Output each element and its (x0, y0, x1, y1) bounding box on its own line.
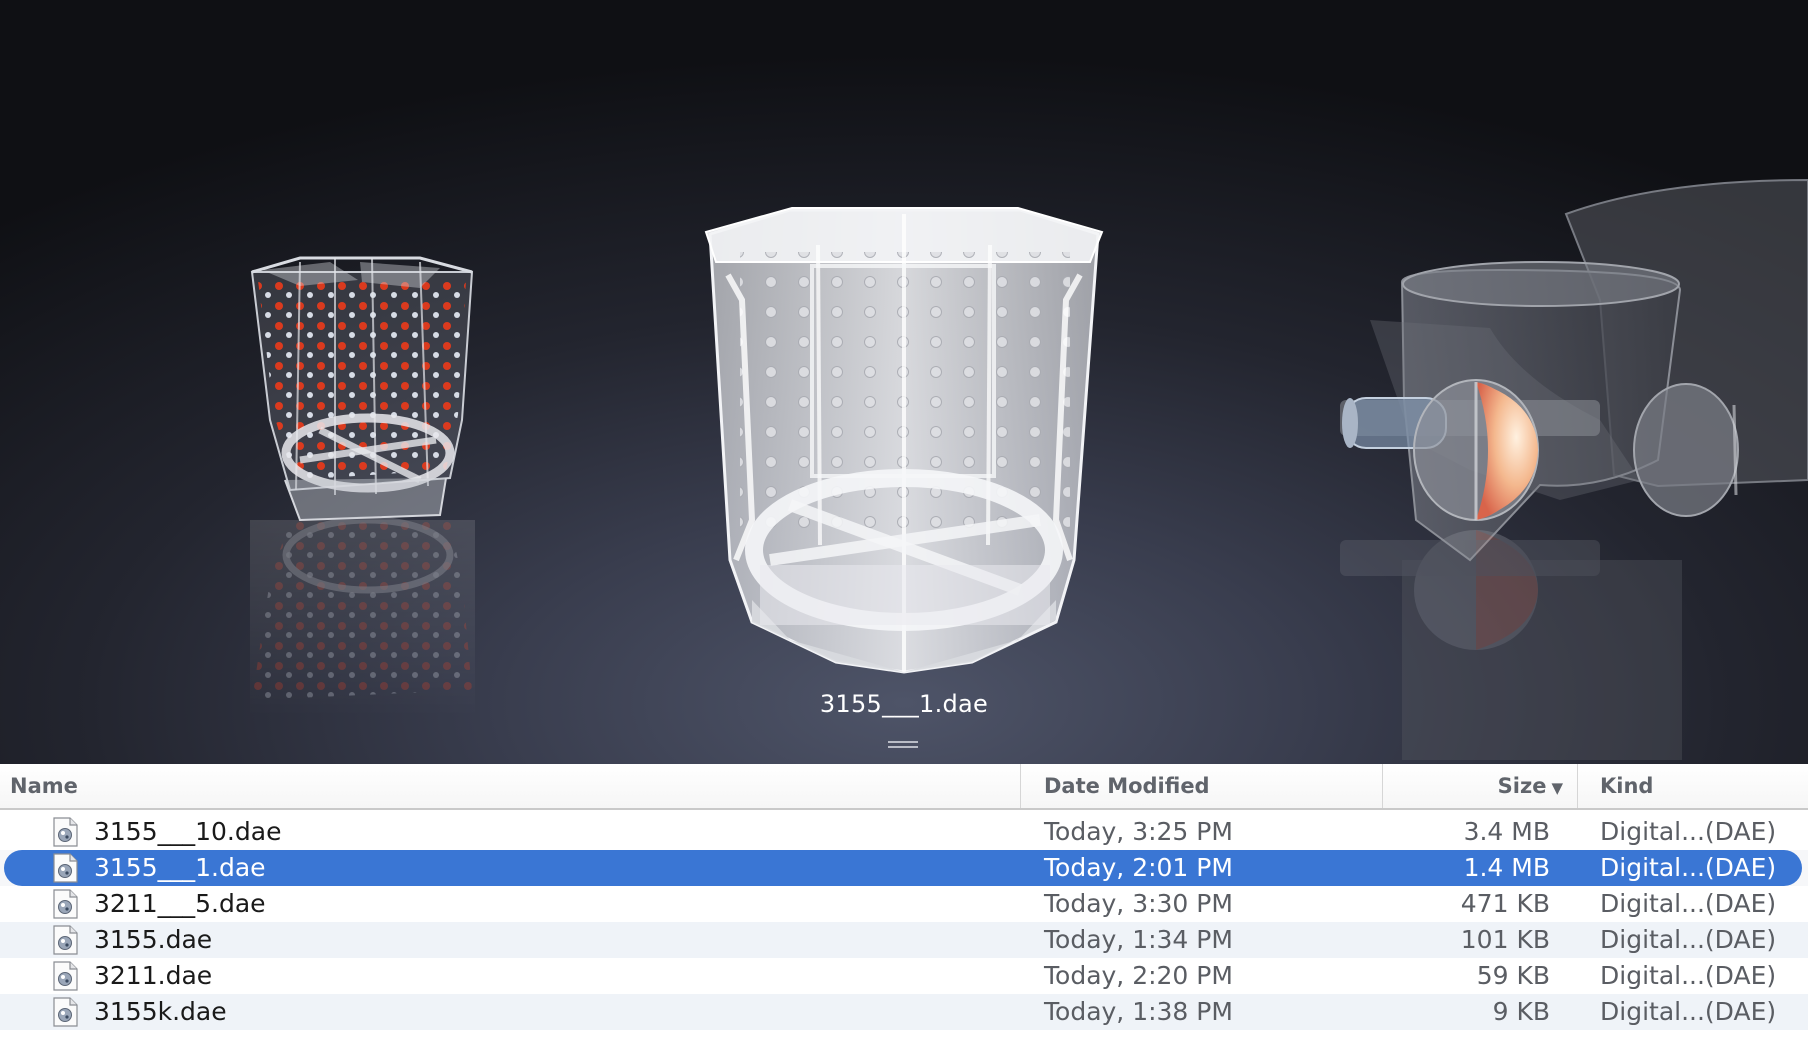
file-kind: Digital...(DAE) (1600, 961, 1777, 990)
file-row[interactable]: 3155___10.dae Today, 3:25 PM 3.4 MB Digi… (0, 814, 1808, 850)
cover-item-3155-10[interactable] (1340, 178, 1808, 562)
file-size: 471 KB (1460, 889, 1550, 918)
file-kind: Digital...(DAE) (1600, 997, 1777, 1026)
selected-file-caption: 3155___1.dae (819, 690, 989, 718)
dae-file-icon (53, 853, 78, 883)
file-row[interactable]: 3155.dae Today, 1:34 PM 101 KB Digital..… (0, 922, 1808, 958)
file-row[interactable]: 3211.dae Today, 2:20 PM 59 KB Digital...… (0, 958, 1808, 994)
file-size: 9 KB (1492, 997, 1550, 1026)
column-header-name[interactable]: Name (0, 764, 1021, 808)
cover-item-3155-1[interactable] (704, 207, 1104, 674)
file-kind: Digital...(DAE) (1600, 889, 1777, 918)
file-name: 3155___1.dae (94, 853, 266, 882)
file-name: 3155.dae (94, 925, 213, 954)
file-name: 3211___5.dae (94, 889, 266, 918)
column-header-date-modified[interactable]: Date Modified (1021, 764, 1383, 808)
file-size: 1.4 MB (1463, 853, 1550, 882)
file-kind: Digital...(DAE) (1600, 817, 1777, 846)
file-date-modified: Today, 1:34 PM (1044, 925, 1233, 954)
file-name: 3211.dae (94, 961, 213, 990)
empty-row (0, 1030, 1808, 1064)
column-header-date-label: Date Modified (1044, 774, 1210, 798)
file-kind: Digital...(DAE) (1600, 925, 1777, 954)
file-date-modified: Today, 2:20 PM (1044, 961, 1233, 990)
cover-item-3155-10-reflection (1340, 530, 1682, 760)
dae-file-icon (53, 925, 78, 955)
column-header-size-label: Size (1497, 774, 1547, 798)
column-header-kind-label: Kind (1600, 774, 1654, 798)
cover-flow-view[interactable]: 3155___1.dae (0, 0, 1808, 764)
file-date-modified: Today, 3:30 PM (1044, 889, 1233, 918)
file-row[interactable]: 3155k.dae Today, 1:38 PM 9 KB Digital...… (0, 994, 1808, 1030)
file-name: 3155___10.dae (94, 817, 282, 846)
file-date-modified: Today, 1:38 PM (1044, 997, 1233, 1026)
file-name: 3155k.dae (94, 997, 227, 1026)
finder-window: 3155___1.dae Name Date Modified Size ▼ Ki… (0, 0, 1808, 1064)
split-resize-handle[interactable] (888, 741, 918, 753)
file-size: 59 KB (1476, 961, 1550, 990)
dae-file-icon (53, 817, 78, 847)
sort-descending-icon: ▼ (1551, 779, 1563, 797)
list-column-header: Name Date Modified Size ▼ Kind (0, 764, 1808, 810)
dae-file-icon (53, 997, 78, 1027)
file-size: 3.4 MB (1463, 817, 1550, 846)
file-row[interactable]: 3211___5.dae Today, 3:30 PM 471 KB Digit… (0, 886, 1808, 922)
file-date-modified: Today, 3:25 PM (1044, 817, 1233, 846)
column-header-name-label: Name (10, 774, 78, 798)
dae-file-icon (53, 961, 78, 991)
column-header-size[interactable]: Size ▼ (1383, 764, 1578, 808)
file-kind: Digital...(DAE) (1600, 853, 1777, 882)
file-size: 101 KB (1460, 925, 1550, 954)
file-row-selected[interactable]: 3155___1.dae Today, 2:01 PM 1.4 MB Digit… (4, 850, 1802, 886)
file-list: 3155___10.dae Today, 3:25 PM 3.4 MB Digi… (0, 814, 1808, 1064)
column-header-kind[interactable]: Kind (1578, 764, 1808, 808)
cover-item-3211-5[interactable] (250, 256, 474, 522)
dae-file-icon (53, 889, 78, 919)
file-date-modified: Today, 2:01 PM (1044, 853, 1233, 882)
